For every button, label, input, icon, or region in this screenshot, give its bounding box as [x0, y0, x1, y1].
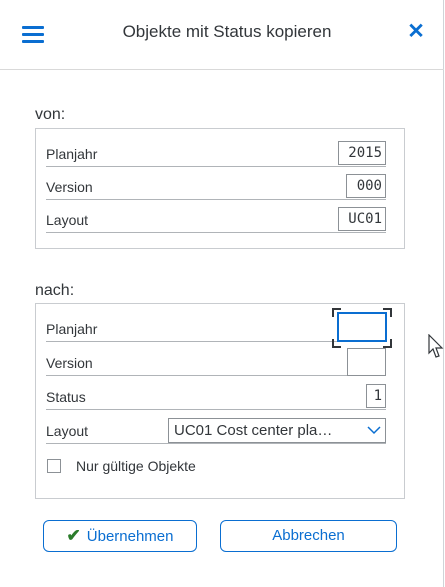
focus-corner [383, 308, 392, 317]
cancel-button[interactable]: Abbrechen [220, 520, 397, 552]
from-version-label: Version [46, 172, 386, 200]
from-version-field[interactable]: 000 [346, 174, 386, 198]
dialog-title: Objekte mit Status kopieren [122, 22, 332, 41]
valid-objects-checkbox[interactable] [47, 459, 61, 473]
hamburger-menu-icon[interactable] [22, 24, 46, 44]
to-layout-selected: UC01 Cost center pla… [174, 422, 333, 439]
focus-corner [383, 339, 392, 348]
from-planjahr-label: Planjahr [46, 139, 386, 167]
close-icon[interactable]: ✕ [404, 18, 428, 46]
accept-button-label: Übernehmen [86, 528, 174, 545]
to-row-version: Version [46, 348, 386, 376]
from-layout-field[interactable]: UC01 [338, 207, 386, 231]
to-status-field[interactable]: 1 [366, 384, 386, 408]
accept-button[interactable]: ✔ Übernehmen [43, 520, 197, 552]
valid-objects-label: Nur gültige Objekte [76, 458, 196, 474]
from-row-version: Version 000 [46, 172, 386, 200]
focus-corner [332, 339, 341, 348]
focus-corner [332, 308, 341, 317]
from-layout-label: Layout [46, 205, 386, 233]
to-row-status: Status 1 [46, 382, 386, 410]
from-planjahr-field[interactable]: 2015 [338, 141, 386, 165]
mouse-pointer-icon [428, 334, 444, 358]
from-section-label: von: [35, 106, 66, 123]
from-group: Planjahr 2015 Version 000 Layout UC01 [35, 128, 405, 249]
dialog-header: Objekte mit Status kopieren ✕ [0, 0, 444, 70]
to-planjahr-label: Planjahr [46, 314, 386, 342]
to-planjahr-field[interactable] [337, 312, 387, 342]
copy-objects-dialog: Objekte mit Status kopieren ✕ von: Planj… [0, 0, 444, 587]
to-version-label: Version [46, 348, 386, 376]
from-row-layout: Layout UC01 [46, 205, 386, 233]
to-row-planjahr: Planjahr [46, 308, 392, 348]
to-row-layout: Layout UC01 Cost center pla… [46, 416, 386, 444]
to-status-label: Status [46, 382, 386, 410]
to-layout-dropdown[interactable]: UC01 Cost center pla… [168, 418, 386, 443]
checkmark-icon: ✔ [66, 526, 81, 545]
to-section-label: nach: [35, 282, 75, 299]
from-row-planjahr: Planjahr 2015 [46, 139, 386, 167]
cancel-button-label: Abbrechen [272, 527, 345, 544]
to-version-field[interactable] [347, 348, 386, 376]
chevron-down-icon [367, 419, 381, 448]
